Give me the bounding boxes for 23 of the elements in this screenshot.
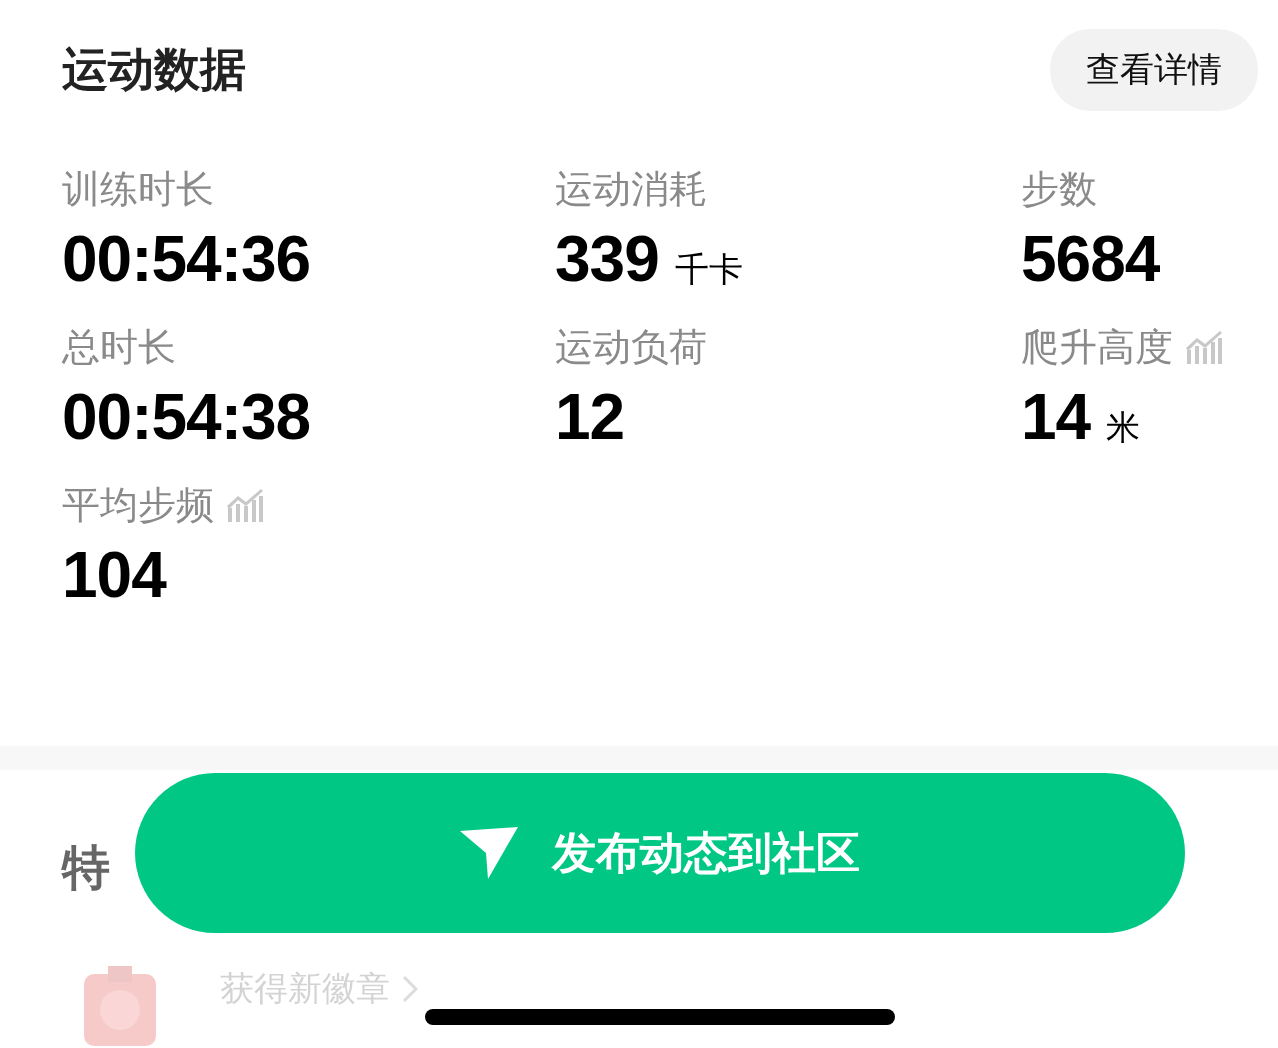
section-title: 特 [62, 840, 110, 896]
metric-label: 总时长 [62, 324, 176, 370]
unit-label: 千卡 [674, 249, 743, 290]
publish-button[interactable]: 发布动态到社区 [135, 773, 1185, 933]
metric-value: 00:54:36 [62, 222, 311, 296]
metric-value: 12 [555, 380, 625, 454]
metric-value: 104 [62, 538, 166, 612]
section-title: 运动数据 [62, 42, 246, 97]
details-button[interactable]: 查看详情 [1050, 29, 1258, 111]
send-icon [460, 827, 518, 879]
metric-label: 步数 [1021, 166, 1097, 212]
unit-label: 米 [1106, 407, 1141, 448]
metric-label: 爬升高度 [1021, 324, 1173, 370]
metric-label: 平均步频 [62, 482, 214, 528]
metric-value: 339 [555, 222, 659, 296]
metric-label: 运动消耗 [555, 166, 707, 212]
chevron-right-icon [402, 975, 418, 1003]
metric-value: 5684 [1021, 222, 1160, 296]
home-indicator[interactable] [425, 1009, 895, 1025]
metric-value: 00:54:38 [62, 380, 311, 454]
metric-label: 运动负荷 [555, 324, 707, 370]
metric-label: 训练时长 [62, 166, 214, 212]
metric-value: 14 [1021, 380, 1091, 454]
